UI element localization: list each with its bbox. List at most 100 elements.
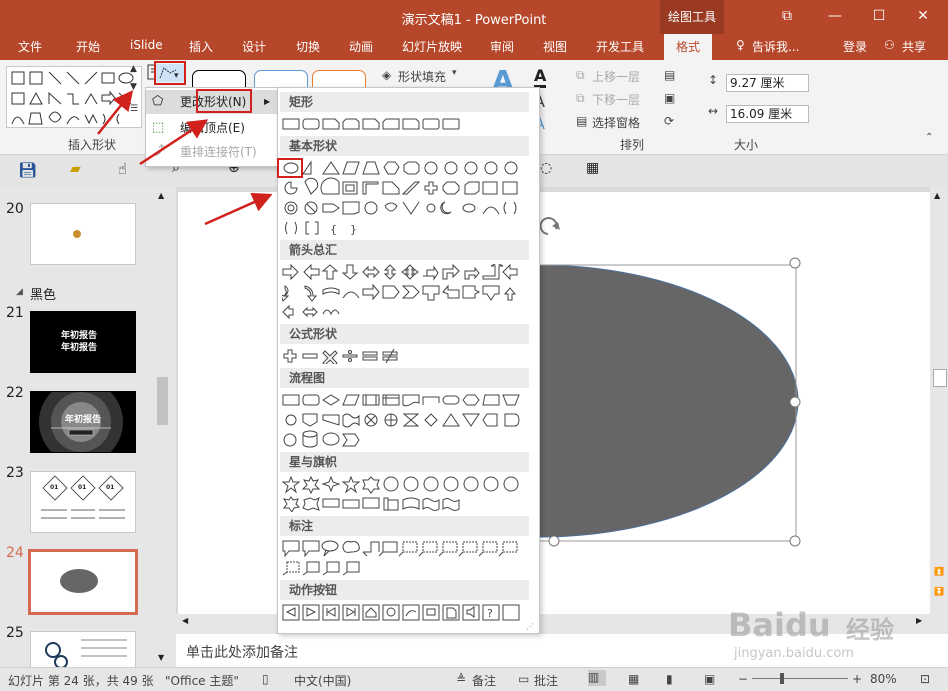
gallery-up-icon[interactable]: ▲ xyxy=(130,64,137,74)
tab-developer[interactable]: 开发工具 xyxy=(596,38,644,55)
tab-animations[interactable]: 动画 xyxy=(349,38,373,55)
tab-insert[interactable]: 插入 xyxy=(189,38,213,55)
ribbon-display-button[interactable]: ⧉ xyxy=(774,6,800,26)
tab-slideshow[interactable]: 幻灯片放映 xyxy=(402,38,462,55)
share-button[interactable]: 共享 xyxy=(902,38,926,55)
fit-to-window-icon[interactable]: ⊡ xyxy=(920,672,930,686)
maximize-button[interactable]: ☐ xyxy=(866,6,892,26)
scroll-thumb[interactable] xyxy=(933,369,947,387)
notes-toggle[interactable]: 备注 xyxy=(472,672,496,689)
shape-width-input[interactable]: 16.09 厘米 xyxy=(726,105,809,123)
change-shape-gallery: 矩形 基本形状 {} 箭头总汇 公式形状 流程图 星与旗帜 标注 动作按钮 ? … xyxy=(277,87,540,634)
change-shape-highlight xyxy=(196,89,252,113)
text-fill-icon[interactable]: A xyxy=(534,66,547,88)
save-icon[interactable]: 💾︎ xyxy=(18,161,37,179)
shape-fill-dropdown-icon[interactable]: ▾ xyxy=(452,68,457,78)
category-flowchart: 流程图 xyxy=(280,368,529,388)
reading-view-icon[interactable]: ▮ xyxy=(666,672,673,686)
tab-transitions[interactable]: 切换 xyxy=(296,38,320,55)
slide-count: 幻灯片 第 24 张，共 49 张 xyxy=(8,674,154,688)
slide-thumb-text: 年初报告 xyxy=(61,343,98,353)
zoom-slider[interactable] xyxy=(752,678,848,679)
tab-file[interactable]: 文件 xyxy=(18,38,42,55)
watermark-brand: Baidu xyxy=(728,606,831,644)
zoom-in-icon[interactable]: + xyxy=(852,672,862,686)
rectangle-shapes-row[interactable] xyxy=(282,116,522,132)
touch-mode-icon[interactable]: ☝ xyxy=(118,160,127,178)
comments-toggle[interactable]: 批注 xyxy=(534,672,558,689)
slide-sorter-icon[interactable]: ▦ xyxy=(628,672,639,686)
section-name[interactable]: 黑色 xyxy=(30,284,56,303)
open-folder-icon[interactable]: ▰ xyxy=(70,161,81,177)
slide-thumb-selected[interactable] xyxy=(28,549,138,615)
basic-shapes-grid[interactable]: {} xyxy=(282,160,522,240)
svg-text:}: } xyxy=(350,223,357,236)
zoom-out-icon[interactable]: − xyxy=(738,672,748,686)
tab-format[interactable]: 格式 xyxy=(664,34,713,60)
grid-icon[interactable]: ▦ xyxy=(586,160,599,176)
collapse-ribbon-icon[interactable]: ⌃ xyxy=(925,132,933,143)
rotate-handle-icon[interactable] xyxy=(539,217,560,235)
resize-grip-icon[interactable]: ⋰ xyxy=(526,622,534,631)
selection-pane-button[interactable]: 选择窗格 xyxy=(592,114,640,131)
equation-shapes-row[interactable] xyxy=(282,348,522,364)
action-buttons-row[interactable]: ? xyxy=(282,604,522,622)
slide-thumb[interactable]: 01 01 01 xyxy=(30,471,136,533)
shape-height-input[interactable]: 9.27 厘米 xyxy=(726,74,809,92)
login-link[interactable]: 登录 xyxy=(843,38,867,55)
tab-review[interactable]: 审阅 xyxy=(490,38,514,55)
slide-thumb[interactable] xyxy=(30,203,136,265)
scroll-up-icon[interactable]: ▲ xyxy=(934,191,940,200)
resize-handle[interactable] xyxy=(789,396,801,408)
spellcheck-icon[interactable]: ▯ xyxy=(262,672,269,686)
resize-handle[interactable] xyxy=(789,257,801,269)
scroll-up-icon[interactable]: ▲ xyxy=(158,191,164,200)
tell-me-box[interactable]: 告诉我... xyxy=(752,38,799,55)
zoom-slider-thumb[interactable] xyxy=(780,673,784,684)
thumbnail-scrollbar[interactable]: ▲ ▼ xyxy=(155,187,171,667)
resize-handle[interactable] xyxy=(548,535,560,547)
resize-handle[interactable] xyxy=(789,535,801,547)
slide-thumb[interactable]: 年初报告 年初报告 xyxy=(30,311,136,373)
previous-slide-icon[interactable]: ⏫ xyxy=(934,567,944,576)
scroll-down-icon[interactable]: ▼ xyxy=(158,653,164,662)
group-icon[interactable]: ▣ xyxy=(664,91,675,105)
block-arrows-grid[interactable] xyxy=(282,264,522,320)
zoom-level[interactable]: 80% xyxy=(870,672,897,686)
slide-thumb[interactable]: 年初报告 xyxy=(30,391,136,453)
scroll-left-icon[interactable]: ◀ xyxy=(182,616,188,625)
language[interactable]: 中文(中国) xyxy=(294,672,351,689)
minimize-button[interactable]: — xyxy=(822,6,848,26)
close-button[interactable]: ✕ xyxy=(910,6,936,26)
slideshow-icon[interactable]: ▣ xyxy=(704,672,715,686)
misc-icon[interactable]: ◌ xyxy=(540,160,552,176)
gallery-more-icon[interactable]: ☰ xyxy=(130,104,138,114)
callouts-grid[interactable] xyxy=(282,540,522,576)
flowchart-grid[interactable] xyxy=(282,392,522,448)
user-icon: ⚇ xyxy=(884,38,895,52)
scroll-thumb[interactable] xyxy=(157,377,168,425)
slide-thumb-text: 01 xyxy=(106,484,115,491)
shape-gallery[interactable] xyxy=(6,66,142,128)
slide-thumb-text: 01 xyxy=(78,484,87,491)
slide-scrollbar[interactable]: ▲ ⏫ ⏬ xyxy=(930,187,948,615)
tab-home[interactable]: 开始 xyxy=(76,38,100,55)
shape-fill-button[interactable]: 形状填充 xyxy=(398,68,446,85)
ellipse-shape[interactable] xyxy=(537,264,799,538)
gallery-down-icon[interactable]: ▼ xyxy=(130,82,137,92)
normal-view-icon[interactable]: ▥ xyxy=(588,670,606,686)
tab-islide[interactable]: iSlide xyxy=(130,38,163,52)
edit-points-item[interactable]: ⬚ 编辑顶点(E) xyxy=(146,116,278,140)
rotate-icon[interactable]: ⟳ xyxy=(664,114,674,128)
reroute-connectors-item: ⤴ 重排连接符(T) xyxy=(146,140,278,164)
collapse-section-icon[interactable]: ◢ xyxy=(16,287,23,297)
next-slide-icon[interactable]: ⏬ xyxy=(934,587,944,596)
category-rectangles: 矩形 xyxy=(280,92,529,112)
tab-view[interactable]: 视图 xyxy=(543,38,567,55)
align-icon[interactable]: ▤ xyxy=(664,68,675,82)
send-backward-button[interactable]: 下移一层 xyxy=(592,91,640,108)
tab-design[interactable]: 设计 xyxy=(242,38,266,55)
stars-banners-grid[interactable] xyxy=(282,476,522,512)
bring-forward-button[interactable]: 上移一层 xyxy=(592,68,640,85)
scroll-right-icon[interactable]: ▶ xyxy=(916,616,922,625)
